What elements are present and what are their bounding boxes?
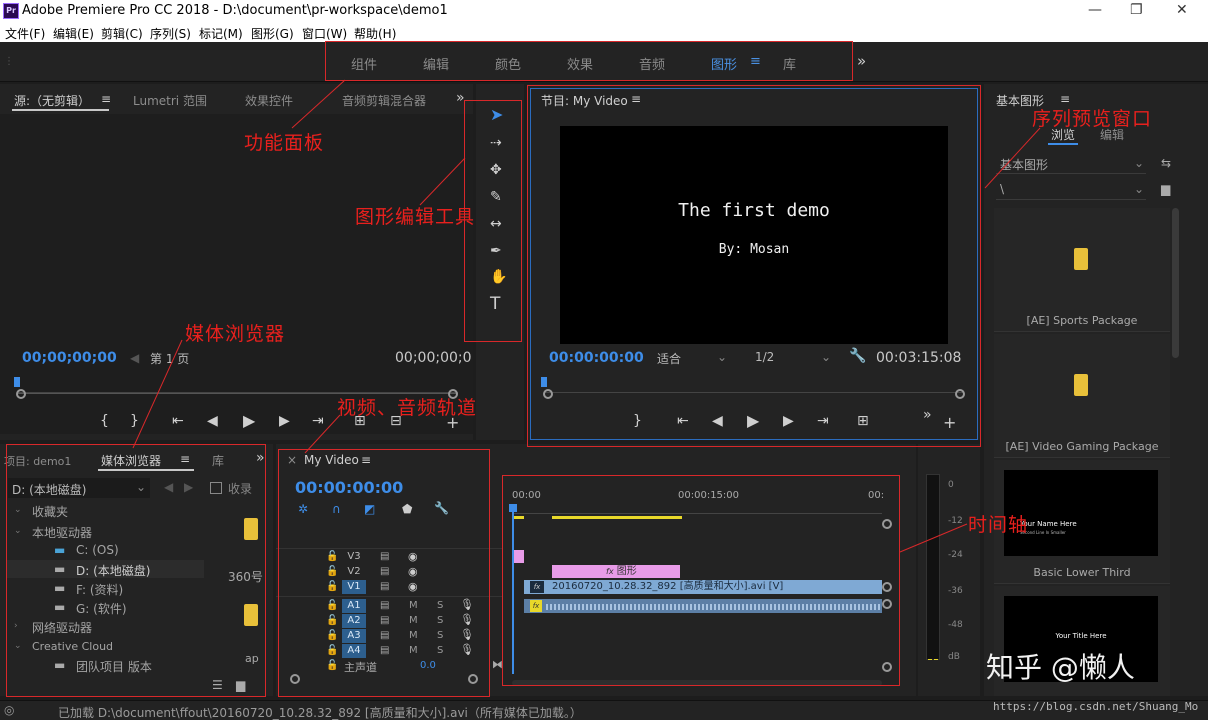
annotation-tracks: 视频、音频轨道 bbox=[337, 397, 478, 419]
annotation-media-browser: 媒体浏览器 bbox=[185, 323, 286, 345]
csdn-watermark: https://blog.csdn.net/Shuang_Mo bbox=[993, 700, 1199, 713]
zhihu-watermark: 知乎 @懒人 bbox=[986, 651, 1135, 684]
annotation-timeline: 时间轴 bbox=[968, 514, 1029, 536]
annotation-graphic-tools: 图形编辑工具 bbox=[355, 206, 476, 228]
annotation-leader-lines bbox=[132, 79, 1041, 553]
annotation-sequence-preview: 序列预览窗口 bbox=[1032, 108, 1153, 130]
annotation-function-panel: 功能面板 bbox=[244, 132, 325, 154]
